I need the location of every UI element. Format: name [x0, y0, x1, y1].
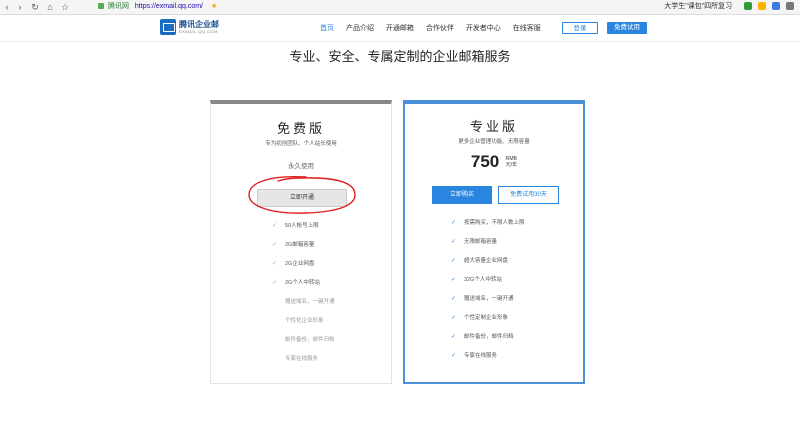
plan-description: 更多企业管理功能、无限容量	[458, 139, 530, 145]
check-icon: ✓	[450, 315, 457, 321]
favorite-icon[interactable]: ☆	[60, 1, 70, 13]
check-icon: ✓	[450, 220, 457, 226]
refresh-icon[interactable]: ↻	[30, 1, 40, 13]
price-period: 元/年	[505, 162, 518, 168]
check-icon: ✓	[271, 261, 278, 267]
check-icon: ✓	[450, 296, 457, 302]
address-bar[interactable]: 腾讯网 https://exmail.qq.com/ ★	[98, 2, 558, 12]
free-plan-card: 免费版 专为初创团队、个人站长使用 永久使用 立即开通 ✓ 50人帐号上限 ✓ 2G…	[210, 100, 392, 384]
nav-home[interactable]: 首页	[320, 25, 334, 32]
page-title: 专业、安全、专属定制的企业邮箱服务	[289, 49, 511, 64]
url-text[interactable]: https://exmail.qq.com/	[135, 3, 203, 10]
check-icon: ✓	[450, 239, 457, 245]
browser-right-tools: 大学生"课包"四所复习	[664, 1, 794, 13]
check-icon: ✓	[271, 280, 278, 286]
open-now-button[interactable]: 立即开通	[257, 189, 347, 207]
free-trial-30-days-button[interactable]: 免费试用30天	[498, 186, 559, 204]
plan-description: 专为初创团队、个人站长使用	[265, 141, 337, 147]
check-icon: ✓	[271, 242, 278, 248]
home-icon[interactable]: ⌂	[45, 1, 55, 13]
pro-plan-card: 专业版 更多企业管理功能、无限容量 750 RMB 元/年 立即购买 免费试用3…	[403, 100, 585, 384]
login-button[interactable]: 登录	[562, 22, 598, 34]
plan-name: 免费版	[276, 121, 325, 136]
nav-developers[interactable]: 开发者中心	[466, 25, 501, 32]
free-trial-button[interactable]: 免费试用	[607, 22, 647, 34]
check-icon: ✓	[450, 258, 457, 264]
nav-open-mailbox[interactable]: 开通邮箱	[386, 25, 414, 32]
plan-name: 专业版	[469, 119, 518, 134]
logo-subtext: EXMAIL.QQ.COM	[179, 29, 218, 34]
back-icon[interactable]: ‹	[2, 1, 12, 13]
nav-support[interactable]: 在线客服	[513, 25, 541, 32]
forward-icon[interactable]: ›	[15, 1, 25, 13]
check-icon: ✓	[271, 223, 278, 229]
price-amount: 750	[470, 152, 500, 171]
search-suggestion[interactable]: 大学生"课包"四所复习	[664, 3, 732, 10]
bookmark-star-icon[interactable]: ★	[211, 3, 217, 10]
download-icon[interactable]	[758, 2, 767, 11]
check-icon: ✓	[450, 353, 457, 359]
nav-partners[interactable]: 合作伙伴	[426, 25, 454, 32]
price-unit: RMB 元/年	[506, 156, 517, 168]
menu-icon[interactable]	[786, 2, 794, 11]
lock-icon	[98, 3, 104, 10]
plan-duration: 永久使用	[288, 163, 314, 170]
nav-products[interactable]: 产品介绍	[346, 25, 374, 32]
site-header: 腾讯企业邮 EXMAIL.QQ.COM 首页 产品介绍 开通邮箱 合作伙伴 开发…	[0, 15, 800, 42]
plan-price: 750 RMB 元/年	[405, 152, 583, 172]
security-label: 腾讯网	[107, 3, 129, 10]
main-nav: 首页 产品介绍 开通邮箱 合作伙伴 开发者中心 在线客服	[320, 23, 551, 33]
settings-icon[interactable]	[772, 2, 781, 11]
buy-now-button[interactable]: 立即购买	[432, 186, 492, 204]
check-icon: ✓	[450, 277, 457, 283]
check-icon: ✓	[450, 334, 457, 340]
browser-toolbar: ‹ › ↻ ⌂ ☆ 腾讯网 https://exmail.qq.com/ ★ 大…	[0, 0, 800, 15]
extension-icon[interactable]	[744, 2, 753, 11]
mail-logo-icon	[160, 19, 176, 35]
